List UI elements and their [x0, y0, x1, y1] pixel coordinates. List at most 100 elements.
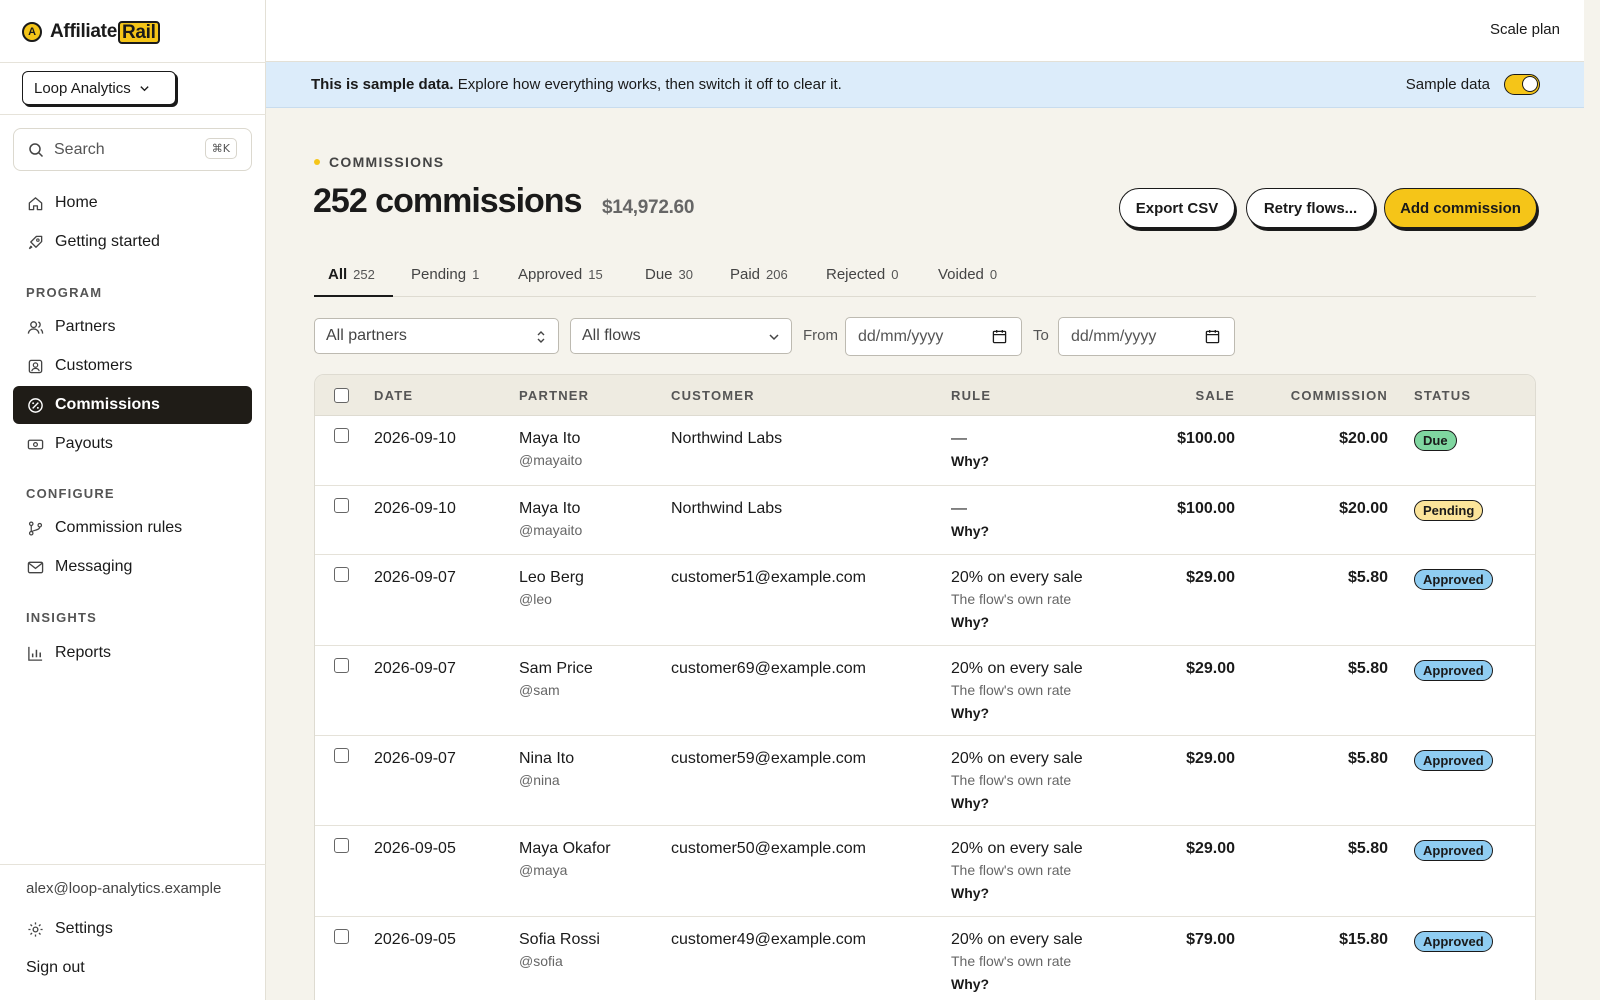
column-header-sale[interactable]: SALE: [1155, 388, 1235, 403]
cell-sale: $29.00: [1186, 660, 1235, 677]
row-checkbox[interactable]: [334, 498, 349, 513]
cell-date: 2026-09-07: [374, 750, 456, 767]
tab-approved[interactable]: Approved 15: [518, 266, 603, 283]
calendar-icon[interactable]: [992, 329, 1007, 344]
select-all-checkbox[interactable]: [334, 388, 349, 403]
row-checkbox[interactable]: [334, 929, 349, 944]
cell-date: 2026-09-07: [374, 569, 456, 586]
org-switcher[interactable]: Loop Analytics: [22, 71, 176, 105]
column-header-commission[interactable]: COMMISSION: [1255, 388, 1388, 403]
tab-due[interactable]: Due 30: [645, 266, 693, 283]
chevron-down-icon: [768, 331, 780, 343]
add-commission-button[interactable]: Add commission: [1384, 188, 1537, 228]
cell-partner-name[interactable]: Leo Berg: [519, 569, 584, 587]
tab-rejected[interactable]: Rejected 0: [826, 266, 898, 283]
sidebar-item-payouts[interactable]: Payouts: [13, 425, 252, 463]
sidebar-item-home[interactable]: Home: [13, 184, 252, 222]
table-row[interactable]: 2026-09-05 Sofia Rossi @sofia customer49@ex…: [315, 917, 1535, 1000]
partner-filter-select[interactable]: All partners: [314, 318, 559, 354]
search-input[interactable]: Search ⌘K: [13, 128, 252, 171]
cell-commission: $5.80: [1347, 750, 1388, 767]
cell-partner-name[interactable]: Sam Price: [519, 660, 593, 678]
column-header-status[interactable]: STATUS: [1414, 388, 1471, 403]
sidebar-item-label: Reports: [55, 644, 112, 661]
tab-paid[interactable]: Paid 206: [730, 266, 788, 283]
cell-customer[interactable]: Northwind Labs: [671, 430, 782, 448]
why-link[interactable]: Why?: [951, 523, 989, 539]
cell-customer[interactable]: customer51@example.com: [671, 569, 866, 587]
sidebar-item-settings[interactable]: Settings: [13, 910, 252, 948]
cell-commission: $20.00: [1339, 500, 1388, 517]
row-checkbox[interactable]: [334, 748, 349, 763]
cell-customer[interactable]: Northwind Labs: [671, 500, 782, 518]
export-csv-button[interactable]: Export CSV: [1119, 188, 1235, 228]
why-link[interactable]: Why?: [951, 453, 989, 469]
cell-customer[interactable]: customer59@example.com: [671, 750, 866, 768]
table-row[interactable]: 2026-09-10 Maya Ito @mayaito Northwind Labs…: [315, 416, 1535, 486]
cell-partner-name[interactable]: Maya Ito: [519, 500, 580, 518]
why-link[interactable]: Why?: [951, 795, 989, 811]
status-badge: Approved: [1414, 569, 1493, 590]
banner-body-text: Explore how everything works, then switc…: [453, 76, 842, 93]
to-date-placeholder: dd/mm/yyyy: [1071, 327, 1157, 345]
sidebar-item-customers[interactable]: Customers: [13, 347, 252, 385]
table-row[interactable]: 2026-09-07 Nina Ito @nina customer59@exampl…: [315, 736, 1535, 826]
sidebar-item-commissions[interactable]: Commissions: [13, 386, 252, 424]
cell-partner-handle: @sofia: [519, 953, 563, 969]
why-link[interactable]: Why?: [951, 705, 989, 721]
cell-customer[interactable]: customer50@example.com: [671, 840, 866, 858]
sidebar-item-getting-started[interactable]: Getting started: [13, 223, 252, 261]
row-checkbox[interactable]: [334, 838, 349, 853]
sidebar-item-commission-rules[interactable]: Commission rules: [13, 509, 252, 547]
cell-partner-name[interactable]: Maya Okafor: [519, 840, 611, 858]
to-date-input[interactable]: dd/mm/yyyy: [1058, 317, 1235, 356]
column-header-customer[interactable]: CUSTOMER: [671, 388, 755, 403]
cell-partner-name[interactable]: Sofia Rossi: [519, 931, 600, 949]
column-header-date[interactable]: DATE: [374, 388, 413, 403]
tab-voided[interactable]: Voided 0: [938, 266, 997, 283]
cell-rule-note: The flow's own rate: [951, 953, 1072, 969]
status-badge: Approved: [1414, 660, 1493, 681]
sample-data-toggle[interactable]: [1504, 74, 1540, 95]
tab-count: 252: [353, 267, 375, 282]
cell-partner-name[interactable]: Nina Ito: [519, 750, 574, 768]
sidebar-item-label: Commissions: [55, 396, 160, 413]
sidebar-item-partners[interactable]: Partners: [13, 308, 252, 346]
tab-count: 0: [989, 267, 998, 282]
app-logo[interactable]: A Affiliate Rail: [22, 20, 160, 44]
cell-commission: $5.80: [1347, 840, 1388, 857]
commission-icon: [26, 396, 44, 414]
cell-date: 2026-09-07: [374, 660, 456, 677]
row-checkbox[interactable]: [334, 658, 349, 673]
table-row[interactable]: 2026-09-05 Maya Okafor @maya customer50@exa…: [315, 826, 1535, 917]
why-link[interactable]: Why?: [951, 885, 989, 901]
table-row[interactable]: 2026-09-07 Leo Berg @leo customer51@example…: [315, 555, 1535, 646]
calendar-icon[interactable]: [1205, 329, 1220, 344]
plan-label[interactable]: Scale plan: [1490, 21, 1560, 38]
row-checkbox[interactable]: [334, 567, 349, 582]
why-link[interactable]: Why?: [951, 976, 989, 992]
cell-customer[interactable]: customer49@example.com: [671, 931, 866, 949]
mail-icon: [26, 558, 44, 576]
nav-section-insights: INSIGHTS: [26, 610, 97, 625]
tab-pending[interactable]: Pending 1: [411, 266, 479, 283]
cell-partner-name[interactable]: Maya Ito: [519, 430, 580, 448]
gear-icon: [26, 920, 44, 938]
cell-partner-handle: @sam: [519, 682, 560, 698]
table-row[interactable]: 2026-09-10 Maya Ito @mayaito Northwind Labs…: [315, 486, 1535, 555]
tab-all[interactable]: All 252: [328, 266, 375, 283]
flow-filter-select[interactable]: All flows: [570, 318, 792, 354]
retry-flows-button[interactable]: Retry flows...: [1246, 188, 1375, 228]
sign-out-link[interactable]: Sign out: [13, 949, 252, 987]
from-date-input[interactable]: dd/mm/yyyy: [845, 317, 1022, 356]
sidebar-item-messaging[interactable]: Messaging: [13, 548, 252, 586]
cell-customer[interactable]: customer69@example.com: [671, 660, 866, 678]
column-header-rule[interactable]: RULE: [951, 388, 991, 403]
row-checkbox[interactable]: [334, 428, 349, 443]
user-email: alex@loop-analytics.example: [26, 880, 222, 897]
to-date-label: To: [1033, 327, 1049, 344]
column-header-partner[interactable]: PARTNER: [519, 388, 589, 403]
sidebar-item-reports[interactable]: Reports: [13, 634, 252, 672]
table-row[interactable]: 2026-09-07 Sam Price @sam customer69@exampl…: [315, 646, 1535, 736]
why-link[interactable]: Why?: [951, 614, 989, 630]
